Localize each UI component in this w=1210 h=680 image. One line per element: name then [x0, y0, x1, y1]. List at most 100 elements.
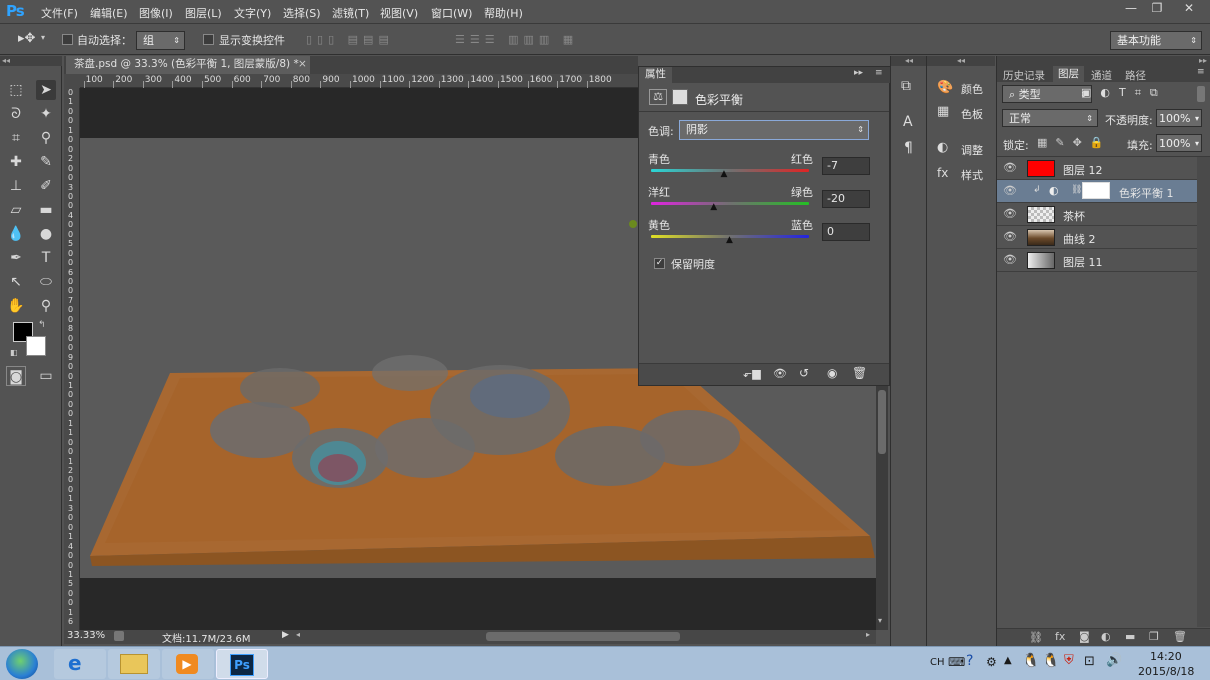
security-icon[interactable]: ⛨ [1064, 653, 1074, 668]
move-tool-icon[interactable]: ▸✥ [18, 31, 35, 46]
document-tab[interactable]: 茶盘.psd @ 33.3% (色彩平衡 1, 图层蒙版/8) * × [66, 56, 310, 74]
character-panel-icon[interactable]: A [903, 114, 913, 130]
panel-adjustments[interactable]: 调整 [961, 142, 983, 158]
horizontal-scroll-thumb[interactable] [486, 632, 680, 641]
menu-image[interactable]: 图像(I) [139, 5, 173, 21]
new-layer-icon[interactable]: ❐ [1149, 630, 1159, 643]
distribute-icons[interactable]: ☰☰☰ ▥▥▥ ▦ [455, 33, 625, 47]
panel-color[interactable]: 颜色 [961, 81, 983, 97]
collapse-icon[interactable]: ◂◂ [891, 56, 927, 66]
panel-styles[interactable]: 样式 [961, 167, 983, 183]
tone-dropdown[interactable]: 阴影 ⇕ [679, 120, 869, 140]
workspace-dropdown[interactable]: 基本功能 ⇕ [1110, 31, 1202, 50]
align-icons[interactable]: ▯▯▯ ▤▤▤ [306, 33, 436, 47]
eraser-icon[interactable]: ▱ [6, 200, 26, 220]
status-icon[interactable] [114, 631, 124, 641]
magenta-green-slider-thumb[interactable]: ▲ [710, 202, 717, 212]
trash-icon[interactable]: 🗑 [852, 366, 867, 380]
eyedropper-icon[interactable]: ⚲ [36, 128, 56, 148]
trash-icon[interactable]: 🗑 [1173, 630, 1187, 643]
taskbar-explorer[interactable] [108, 649, 160, 679]
opacity-field[interactable]: 100% ▾ [1156, 109, 1202, 127]
vertical-scroll-thumb[interactable] [878, 390, 886, 454]
zoom-level[interactable]: 33.33% [67, 630, 105, 641]
start-button[interactable] [6, 649, 38, 679]
magic-wand-icon[interactable]: ✦ [36, 104, 56, 124]
qq2-icon[interactable]: 🐧 [1042, 653, 1059, 669]
cyan-red-slider[interactable] [651, 169, 809, 172]
eye-icon[interactable]: 👁 [1003, 231, 1017, 243]
menu-view[interactable]: 视图(V) [380, 5, 418, 21]
hand-icon[interactable]: ✋ [6, 296, 26, 316]
zoom-icon[interactable]: ⚲ [36, 296, 56, 316]
menu-help[interactable]: 帮助(H) [484, 5, 523, 21]
layer-row-cups[interactable]: 👁 茶杯 [997, 203, 1197, 226]
new-adjustment-icon[interactable]: ◐ [1101, 630, 1111, 643]
brush-icon[interactable]: ✎ [36, 152, 56, 172]
collapse-icon[interactable]: ◂◂ [0, 56, 62, 66]
settings-icon[interactable]: ⚙ [986, 655, 997, 669]
quick-mask-icon[interactable]: ◙ [6, 366, 26, 386]
yellow-blue-value-field[interactable]: 0 [822, 223, 870, 241]
layer-row-layer-12[interactable]: 👁 图层 12 [997, 157, 1197, 180]
help-icon[interactable]: ? [966, 653, 973, 669]
history-brush-icon[interactable]: ✐ [36, 176, 56, 196]
cyan-red-slider-thumb[interactable]: ▲ [720, 169, 727, 179]
preserve-luminosity-checkbox[interactable]: ✓ [654, 258, 665, 269]
eye-icon[interactable]: 👁 [1003, 254, 1017, 266]
filter-toggle[interactable] [1197, 86, 1205, 102]
clock-time[interactable]: 14:20 [1150, 650, 1182, 663]
dodge-icon[interactable]: ● [36, 224, 56, 244]
yellow-blue-slider-thumb[interactable]: ▲ [726, 235, 733, 245]
taskbar-media[interactable]: ▶ [162, 649, 214, 679]
fill-field[interactable]: 100% ▾ [1156, 134, 1202, 152]
visibility-icon[interactable]: ◉ [827, 366, 837, 380]
tab-history[interactable]: 历史记录 [1003, 68, 1045, 83]
clip-to-layer-icon[interactable]: ⬐▆ [743, 367, 761, 380]
expand-icon[interactable]: ▸▸ [854, 68, 863, 78]
tab-channels[interactable]: 通道 [1091, 68, 1112, 83]
new-group-icon[interactable]: ▬ [1125, 630, 1135, 643]
menu-window[interactable]: 窗口(W) [431, 5, 472, 21]
menu-file[interactable]: 文件(F) [41, 5, 78, 21]
layer-row-color-balance-1[interactable]: 👁 ↲ ◐ ⛓ 色彩平衡 1 [997, 180, 1197, 203]
mask-icon[interactable] [672, 89, 688, 105]
styles-icon[interactable]: fx [937, 166, 948, 180]
link-layers-icon[interactable]: ⛓ [1029, 631, 1043, 644]
blur-icon[interactable]: 💧 [6, 224, 26, 244]
layers-scrollbar[interactable] [1197, 157, 1210, 627]
blend-mode-dropdown[interactable]: 正常 ⇕ [1002, 109, 1098, 127]
layer-row-layer-11[interactable]: 👁 图层 11 [997, 249, 1197, 272]
chevron-down-icon[interactable]: ▾ [41, 33, 45, 42]
clock-date[interactable]: 2015/8/18 [1138, 665, 1194, 678]
type-icon[interactable]: T [36, 248, 56, 268]
restore-button[interactable]: ❐ [1142, 0, 1172, 18]
collapse-icon[interactable]: ▸▸ [997, 56, 1210, 66]
taskbar-photoshop[interactable]: Ps [216, 649, 268, 679]
swap-colors-icon[interactable]: ↰ [38, 320, 46, 330]
layer-filter-dropdown[interactable]: ⌕ 类型 ⇕ [1002, 85, 1092, 103]
keyboard-icon[interactable]: ⌨ [948, 655, 965, 669]
paragraph-panel-icon[interactable]: ¶ [904, 140, 913, 156]
background-color-swatch[interactable] [26, 336, 46, 356]
marquee-icon[interactable]: ⬚ [6, 80, 26, 100]
network-icon[interactable]: ⊡ [1084, 654, 1095, 669]
healing-icon[interactable]: ✚ [6, 152, 26, 172]
add-mask-icon[interactable]: ◙ [1079, 630, 1090, 643]
scroll-down-icon[interactable]: ▾ [878, 616, 882, 625]
lock-icons[interactable]: ▦✎✥🔒 [1037, 136, 1112, 149]
menu-select[interactable]: 选择(S) [283, 5, 321, 21]
language-indicator[interactable]: CH [930, 657, 945, 668]
menu-type[interactable]: 文字(Y) [234, 5, 271, 21]
ellipse-icon[interactable]: ⬭ [36, 272, 56, 292]
panel-menu-icon[interactable]: ≡ [1197, 67, 1205, 77]
show-hidden-icons[interactable]: ▲ [1004, 655, 1012, 666]
history-panel-icon[interactable]: ⧉ [901, 78, 911, 94]
gradient-icon[interactable]: ▬ [36, 200, 56, 220]
crop-icon[interactable]: ⌗ [6, 128, 26, 148]
fx-icon[interactable]: fx [1055, 630, 1065, 643]
default-colors-icon[interactable]: ◧ [10, 348, 18, 357]
auto-select-checkbox[interactable] [62, 34, 73, 45]
swatches-icon[interactable]: ▦ [937, 104, 949, 119]
show-transform-checkbox[interactable] [203, 34, 214, 45]
